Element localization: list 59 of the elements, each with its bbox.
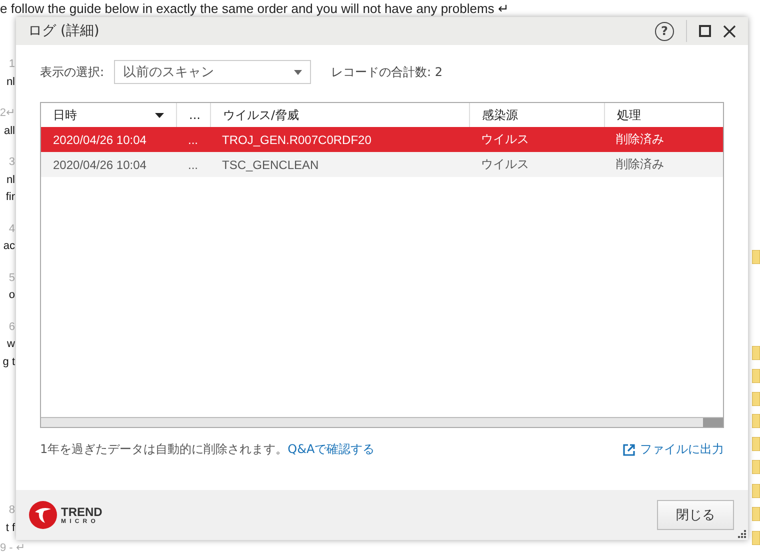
document-text: e follow the guide below in exactly the same order and you will not have any problems ↵ <box>0 1 509 16</box>
line-number: 8 <box>8 503 15 518</box>
table-row[interactable]: 2020/04/26 10:04 ... TSC_GENCLEAN ウイルス 削除済み <box>41 152 723 177</box>
logo-icon <box>28 500 58 530</box>
folder-icon <box>752 250 760 264</box>
folder-icon <box>752 369 760 383</box>
table-cell-text: ウイルス <box>480 131 530 148</box>
line-number: 3 <box>8 155 15 170</box>
table-cell-text: TROJ_GEN.R007C0RDF20 <box>221 132 372 146</box>
window-title: ログ (詳細) <box>28 22 100 40</box>
close-icon[interactable] <box>723 24 736 38</box>
table-cell-text: 2020/04/26 10:04 <box>52 158 148 172</box>
resize-grip-icon[interactable] <box>738 530 746 538</box>
folder-icon <box>752 392 760 406</box>
folder-icon <box>752 507 760 521</box>
export-link[interactable]: ファイルに出力 <box>623 441 724 458</box>
filter-label: 表示の選択: <box>40 64 104 80</box>
folder-icon <box>752 346 760 360</box>
qa-link[interactable]: Q&Aで確認する <box>288 442 375 456</box>
line-number: 6 <box>8 320 15 334</box>
close-dialog-button[interactable]: 閉じる <box>657 500 734 530</box>
column-header[interactable]: 日時 <box>41 103 176 127</box>
record-count: レコードの合計数: 2 <box>331 64 443 80</box>
table-cell-text: ... <box>187 158 200 172</box>
document-text: fir <box>6 190 15 205</box>
document-text: o <box>8 288 15 303</box>
folder-icon <box>752 484 760 498</box>
sort-icon <box>155 112 164 118</box>
retention-note: 1年を過ぎたデータは自動的に削除されます。Q&Aで確認する <box>40 441 375 458</box>
table-row[interactable]: 2020/04/26 10:04 ... TROJ_GEN.R007C0RDF20 ウイルス 削除済み <box>41 127 723 152</box>
document-text: g t <box>2 354 15 370</box>
document-text: ac <box>3 239 15 254</box>
folder-icon <box>752 414 760 428</box>
scan-select[interactable]: 以前のスキャン <box>114 60 312 84</box>
document-text: all <box>4 124 15 138</box>
external-link-icon <box>623 444 635 456</box>
document-text: t f <box>6 520 15 536</box>
table-cell-text: 削除済み <box>615 131 665 148</box>
folder-icon <box>752 531 760 545</box>
table-cell-text: ... <box>187 132 200 146</box>
caret-icon <box>294 70 302 74</box>
document-text: w <box>7 337 15 352</box>
logo-text: TREND <box>61 505 102 519</box>
table-cell-text: 削除済み <box>615 156 665 173</box>
line-number: 4 <box>8 222 15 236</box>
table-cell-text: 2020/04/26 10:04 <box>52 132 148 146</box>
line-number: 5 <box>8 270 15 286</box>
folder-icon <box>752 460 760 474</box>
line-number: 2↵ <box>0 106 15 121</box>
document-text: nl <box>6 74 15 90</box>
scrollbar[interactable] <box>41 417 723 427</box>
maximize-icon[interactable] <box>699 25 711 37</box>
table-cell-text: ウイルス <box>480 156 530 173</box>
folder-icon <box>752 437 760 451</box>
table-cell-text: TSC_GENCLEAN <box>221 158 320 172</box>
document-text: nl <box>6 172 15 188</box>
line-number: 9 - ↵ <box>0 542 25 555</box>
help-button[interactable]: ? <box>655 22 674 40</box>
line-number: 1 <box>8 57 15 72</box>
